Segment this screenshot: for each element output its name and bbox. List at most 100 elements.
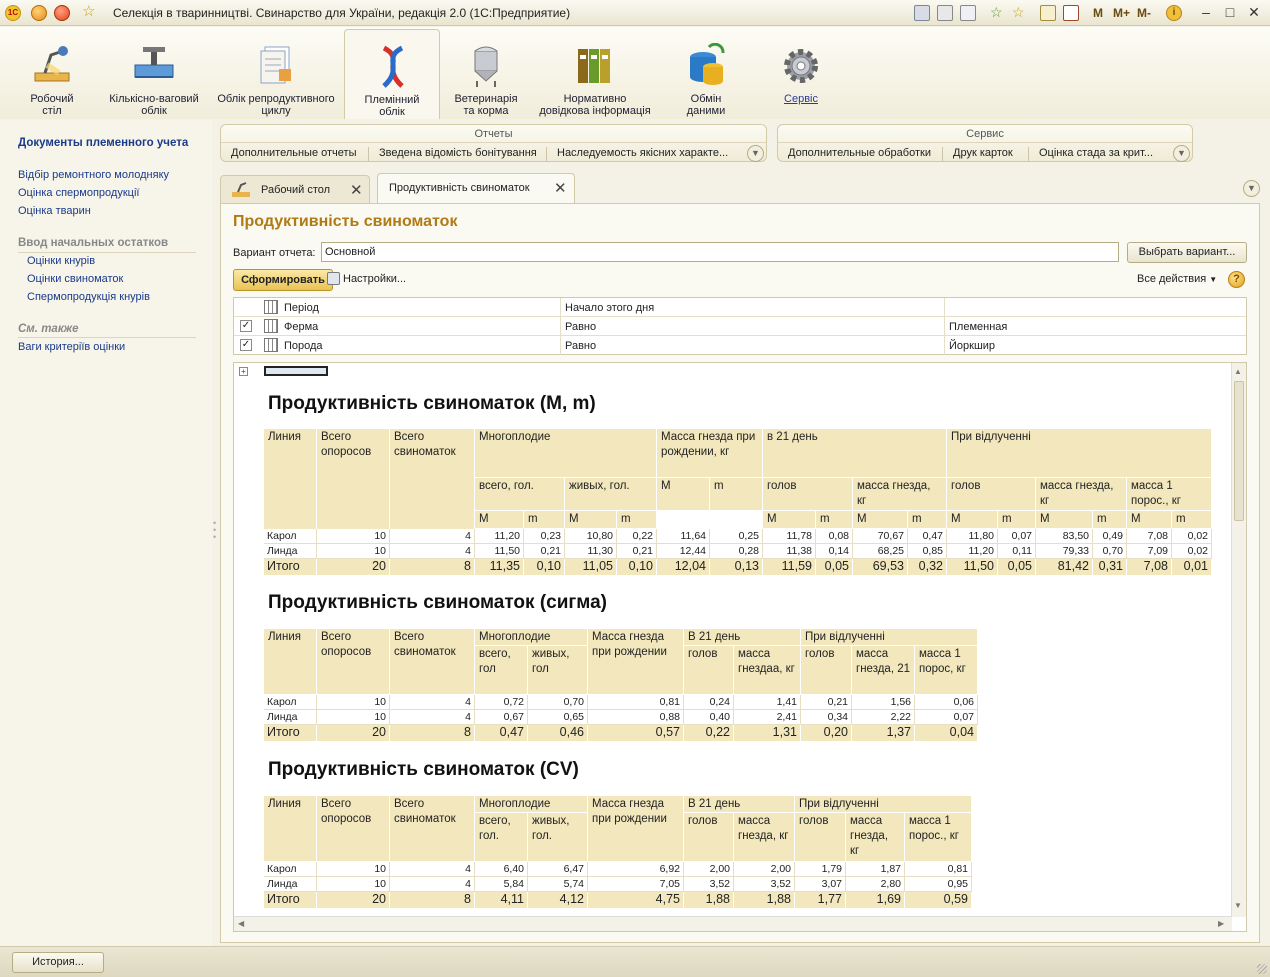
scroll-left-icon[interactable]: ◀	[238, 919, 244, 928]
nav-link[interactable]: Спермопродукція кнурів	[27, 291, 150, 303]
filter-row[interactable]: Період Начало этого дня	[234, 298, 1246, 317]
section-weight-accounting[interactable]: Кількісно-ваговий облік	[102, 29, 206, 119]
nav-link[interactable]: Відбір ремонтного молодняку	[18, 169, 169, 181]
save-icon[interactable]	[914, 5, 930, 21]
total-cell: 12,04	[657, 559, 710, 576]
back-icon[interactable]	[54, 5, 70, 21]
nav-panel-title[interactable]: Документы племенного учета	[18, 137, 188, 149]
chevron-down-icon[interactable]: ▼	[747, 145, 764, 162]
command-item[interactable]: Наследуемость якісних характе...	[557, 147, 728, 159]
add-favorite-icon[interactable]: ☆	[990, 5, 1006, 21]
table-cell: 0,02	[1172, 529, 1212, 544]
chevron-down-icon[interactable]: ▼	[1243, 180, 1260, 197]
all-actions-menu[interactable]: Все действия ▼	[1137, 273, 1217, 285]
selected-cell[interactable]	[264, 366, 328, 376]
total-cell: 0,05	[816, 559, 853, 576]
command-item[interactable]: Дополнительные отчеты	[231, 147, 356, 159]
filter-row[interactable]: ✓ Порода Равно Йоркшир	[234, 336, 1246, 355]
history-button[interactable]: История...	[12, 952, 104, 973]
scroll-up-icon[interactable]: ▲	[1234, 367, 1242, 376]
section-breeding[interactable]: Племінний облік	[344, 29, 440, 119]
tab-desktop[interactable]: Рабочий стол ✕	[220, 175, 370, 203]
close-icon[interactable]: ✕	[1244, 3, 1264, 21]
scrollbar-thumb[interactable]	[1234, 381, 1244, 521]
section-service[interactable]: Сервіс	[762, 29, 840, 119]
section-reference-info[interactable]: Нормативно довідкова інформація	[530, 29, 660, 119]
section-desktop[interactable]: Робочий стіл	[12, 29, 92, 119]
filter-value[interactable]	[944, 298, 1246, 317]
filter-checkbox[interactable]: ✓	[240, 339, 252, 351]
scroll-down-icon[interactable]: ▼	[1234, 901, 1242, 910]
memory-plus-button[interactable]: M+	[1113, 6, 1130, 20]
favorites-star-icon[interactable]: ☆	[82, 4, 95, 20]
section-reproduction[interactable]: Облік репродуктивного циклу	[210, 29, 342, 119]
command-item[interactable]: Зведена відомість бонітування	[379, 147, 537, 159]
report-section-title: Продуктивність свиноматок (CV)	[268, 759, 579, 780]
calculator-icon[interactable]	[1040, 5, 1056, 21]
nav-link[interactable]: Оцінки кнурів	[27, 255, 95, 267]
nav-link[interactable]: Оцінка тварин	[18, 205, 91, 217]
filter-checkbox[interactable]: ✓	[240, 320, 252, 332]
nav-link[interactable]: Ваги критеріїв оцінки	[18, 341, 125, 353]
favorites-icon[interactable]: ☆	[1012, 5, 1028, 21]
panel-splitter[interactable]: • • •	[213, 519, 217, 542]
tab-label: Продуктивність свиноматок	[389, 182, 530, 194]
total-cell: 4,75	[588, 892, 684, 909]
tab-label: Рабочий стол	[261, 184, 331, 196]
table-cell: 0,49	[1093, 529, 1127, 544]
table-cell: 11,20	[947, 544, 998, 559]
memory-button[interactable]: M	[1093, 6, 1103, 20]
resize-grip-icon[interactable]	[1257, 964, 1267, 974]
filter-condition[interactable]: Начало этого дня	[560, 298, 944, 317]
total-cell: 0,31	[1093, 559, 1127, 576]
filter-name: Період	[284, 302, 319, 314]
nav-link[interactable]: Оцінка спермопродукції	[18, 187, 139, 199]
choose-variant-button[interactable]: Выбрать вариант...	[1127, 242, 1247, 263]
maximize-icon[interactable]: □	[1220, 3, 1240, 21]
preview-icon[interactable]	[960, 5, 976, 21]
filter-condition[interactable]: Равно	[560, 336, 944, 355]
section-data-exchange[interactable]: Обмін даними	[666, 29, 746, 119]
print-icon[interactable]	[937, 5, 953, 21]
chevron-down-icon[interactable]: ▼	[1173, 145, 1190, 162]
scroll-right-icon[interactable]: ▶	[1218, 919, 1224, 928]
calendar-icon[interactable]	[1063, 5, 1079, 21]
vertical-scrollbar[interactable]: ▲ ▼	[1231, 363, 1246, 917]
command-item[interactable]: Друк карток	[953, 147, 1013, 159]
column-header: масса гнезда, кг	[846, 813, 905, 862]
filter-condition[interactable]: Равно	[560, 317, 944, 336]
nav-link[interactable]: Оцінки свиноматок	[27, 273, 123, 285]
filter-value[interactable]: Йоркшир	[944, 336, 1246, 355]
help-icon[interactable]: ?	[1228, 271, 1245, 288]
total-cell: 4,12	[528, 892, 588, 909]
info-icon[interactable]: i	[1166, 5, 1182, 21]
close-icon[interactable]: ✕	[554, 179, 567, 197]
minimize-icon[interactable]: –	[1196, 3, 1216, 21]
filter-name: Порода	[284, 340, 323, 352]
filter-row[interactable]: ✓ Ферма Равно Племенная	[234, 317, 1246, 336]
menu-dropdown-icon[interactable]	[31, 5, 47, 21]
settings-button[interactable]: Настройки...	[327, 272, 406, 285]
table-cell: 0,81	[588, 695, 684, 710]
column-header: m	[998, 511, 1036, 529]
expand-group-icon[interactable]: +	[239, 367, 248, 376]
table-cell: 11,20	[475, 529, 524, 544]
command-item[interactable]: Оцінка стада за крит...	[1039, 147, 1153, 159]
table-cell: 6,47	[528, 862, 588, 877]
filter-value[interactable]: Племенная	[944, 317, 1246, 336]
binders-icon	[578, 49, 610, 83]
total-cell: 20	[317, 892, 390, 909]
tab-sow-productivity[interactable]: Продуктивність свиноматок ✕	[377, 173, 575, 204]
report-spreadsheet[interactable]: + Продуктивність свиноматок (M, m) Линия…	[233, 362, 1247, 932]
column-header: живых, гол.	[528, 813, 588, 862]
variant-field[interactable]: Основной	[321, 242, 1119, 262]
section-veterinary[interactable]: Ветеринарія та корма	[446, 29, 526, 119]
app-logo-icon[interactable]: 1С	[5, 5, 21, 21]
database-exchange-icon	[690, 43, 725, 85]
close-icon[interactable]: ✕	[350, 181, 363, 199]
horizontal-scrollbar[interactable]: ◀ ▶	[234, 916, 1232, 931]
total-cell: 8	[390, 892, 475, 909]
memory-minus-button[interactable]: M-	[1137, 6, 1151, 20]
command-item[interactable]: Дополнительные обработки	[788, 147, 931, 159]
generate-button[interactable]: Сформировать	[233, 269, 333, 291]
